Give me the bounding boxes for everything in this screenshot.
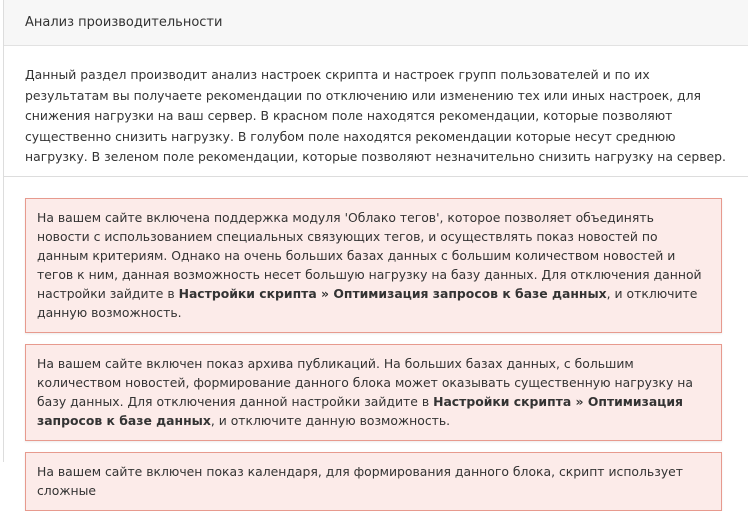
recommendation-alert: На вашем сайте включен показ архива публ…: [25, 344, 722, 441]
recommendations-list: На вашем сайте включена поддержка модуля…: [4, 177, 748, 511]
intro-description: Данный раздел производит анализ настроек…: [4, 46, 748, 177]
recommendation-alert: На вашем сайте включена поддержка модуля…: [25, 198, 722, 333]
performance-panel: Анализ производительности Данный раздел …: [3, 0, 748, 511]
panel-header: Анализ производительности: [4, 0, 748, 46]
panel-title: Анализ производительности: [25, 15, 223, 30]
alert-text: На вашем сайте включен показ календаря, …: [37, 464, 683, 498]
recommendation-alert: На вашем сайте включен показ календаря, …: [25, 452, 722, 511]
alert-settings-path: Настройки скрипта » Оптимизация запросов…: [178, 286, 607, 301]
intro-text: Данный раздел производит анализ настроек…: [25, 67, 726, 164]
alert-text-end: , и отключите данную возможность.: [210, 413, 451, 428]
